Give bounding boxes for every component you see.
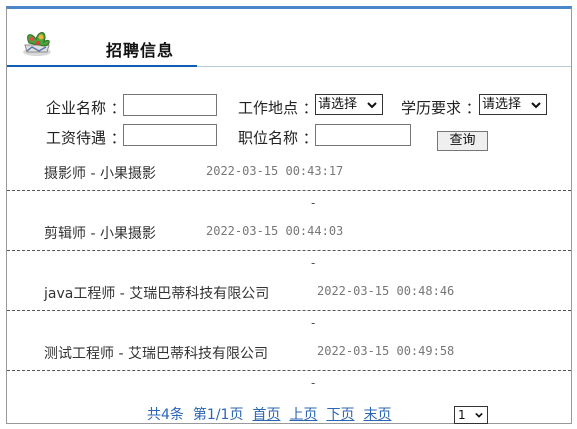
education-requirement-select[interactable]: 请选择 bbox=[479, 94, 547, 115]
plant-pot-icon bbox=[23, 32, 51, 56]
salary-label: 工资待遇 ： bbox=[46, 129, 126, 147]
work-location-selected-value: 请选择 bbox=[318, 97, 358, 112]
pagination-first-link[interactable]: 首页 bbox=[252, 404, 280, 424]
job-separator: - bbox=[311, 256, 316, 270]
education-requirement-label: 学历要求 ： bbox=[401, 99, 481, 117]
job-separator: - bbox=[311, 196, 316, 210]
job-post-date: 2022-03-15 00:49:58 bbox=[317, 344, 455, 358]
job-divider bbox=[7, 250, 571, 251]
pagination-next-link[interactable]: 下页 bbox=[326, 404, 354, 424]
chevron-down-icon bbox=[367, 102, 377, 109]
page-title: 招聘信息 bbox=[106, 41, 175, 60]
job-list-item[interactable]: 剪辑师 - 小果摄影 2022-03-15 00:44:03 - bbox=[7, 213, 571, 273]
job-list-item[interactable]: 测试工程师 - 艾瑞巴蒂科技有限公司 2022-03-15 00:49:58 - bbox=[7, 333, 571, 393]
panel-header: 招聘信息 bbox=[7, 9, 571, 67]
position-name-label: 职位名称 ： bbox=[238, 129, 318, 147]
company-name-input[interactable] bbox=[123, 94, 217, 116]
pagination: 共4条 第1/1页 首页 上页 下页 末页 bbox=[147, 404, 400, 424]
pagination-total: 共4条 bbox=[147, 407, 184, 423]
job-title-link[interactable]: 剪辑师 - 小果摄影 bbox=[44, 223, 156, 243]
work-location-label: 工作地点 ： bbox=[238, 99, 318, 117]
page-number-select[interactable]: 1 bbox=[454, 406, 488, 424]
work-location-select[interactable]: 请选择 bbox=[315, 94, 383, 115]
query-button[interactable]: 查询 bbox=[437, 131, 488, 151]
recruitment-panel: 招聘信息 企业名称 ： 工作地点 ： 请选择 学历要求 ： 请选择 工资待遇 ：… bbox=[6, 6, 572, 424]
pagination-last-link[interactable]: 末页 bbox=[363, 404, 391, 424]
education-selected-value: 请选择 bbox=[482, 97, 522, 112]
job-post-date: 2022-03-15 00:44:03 bbox=[206, 224, 344, 238]
job-separator: - bbox=[311, 316, 316, 330]
job-divider bbox=[7, 190, 571, 191]
chevron-down-icon bbox=[475, 412, 483, 418]
pagination-prev-link[interactable]: 上页 bbox=[289, 404, 317, 424]
job-divider bbox=[7, 310, 571, 311]
header-underline bbox=[7, 65, 197, 67]
job-list-item[interactable]: 摄影师 - 小果摄影 2022-03-15 00:43:17 - bbox=[7, 153, 571, 213]
job-title-link[interactable]: 摄影师 - 小果摄影 bbox=[44, 163, 156, 183]
pagination-page-info: 第1/1页 bbox=[192, 407, 244, 423]
job-list-item[interactable]: java工程师 - 艾瑞巴蒂科技有限公司 2022-03-15 00:48:46… bbox=[7, 273, 571, 333]
job-post-date: 2022-03-15 00:43:17 bbox=[206, 164, 344, 178]
company-name-label: 企业名称 ： bbox=[46, 99, 126, 117]
job-post-date: 2022-03-15 00:48:46 bbox=[317, 284, 455, 298]
chevron-down-icon bbox=[531, 102, 541, 109]
page-number-value: 1 bbox=[458, 408, 466, 422]
job-title-link[interactable]: java工程师 - 艾瑞巴蒂科技有限公司 bbox=[44, 283, 269, 303]
job-title-link[interactable]: 测试工程师 - 艾瑞巴蒂科技有限公司 bbox=[44, 343, 268, 363]
salary-input[interactable] bbox=[123, 124, 217, 146]
job-divider bbox=[7, 370, 571, 371]
job-separator: - bbox=[311, 376, 316, 390]
position-name-input[interactable] bbox=[315, 124, 411, 146]
